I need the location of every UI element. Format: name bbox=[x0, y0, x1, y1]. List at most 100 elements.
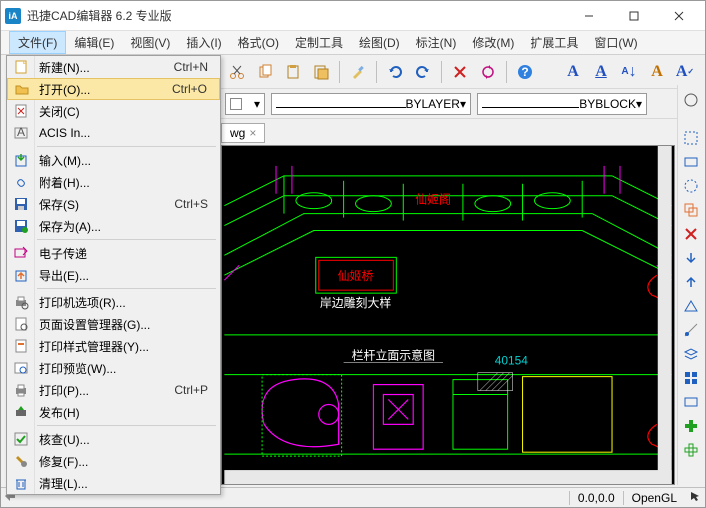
document-tab[interactable]: wg × bbox=[221, 123, 265, 143]
matchprop-button[interactable] bbox=[309, 60, 333, 84]
copy-button[interactable] bbox=[253, 60, 277, 84]
maximize-button[interactable] bbox=[611, 2, 656, 30]
lineweight-combo[interactable]: BYBLOCK▾ bbox=[477, 93, 647, 115]
file-menu-close[interactable]: 关闭(C) bbox=[7, 100, 220, 122]
tab-close-icon[interactable]: × bbox=[249, 126, 256, 140]
minimize-button[interactable] bbox=[566, 2, 611, 30]
text-style-a4[interactable]: A bbox=[645, 60, 669, 84]
file-menu-pagesetup[interactable]: 页面设置管理器(G)... bbox=[7, 313, 220, 335]
file-menu-purge[interactable]: 清理(L)... bbox=[7, 472, 220, 494]
file-menu-preview[interactable]: 打印预览(W)... bbox=[7, 357, 220, 379]
menu-draw[interactable]: 绘图(D) bbox=[351, 31, 408, 54]
menu-item-label: 关闭(C) bbox=[39, 103, 220, 120]
text-style-a1[interactable]: A bbox=[561, 60, 585, 84]
file-dropdown: 新建(N)...Ctrl+N打开(O)...Ctrl+O关闭(C)AACIS I… bbox=[6, 55, 221, 495]
attach-icon bbox=[13, 174, 29, 190]
plus-outline-icon[interactable] bbox=[680, 439, 702, 461]
new-icon bbox=[13, 59, 29, 75]
file-menu-import[interactable]: 输入(M)... bbox=[7, 149, 220, 171]
menu-item-label: 修复(F)... bbox=[39, 453, 220, 470]
file-menu-saveas[interactable]: 保存为(A)... bbox=[7, 215, 220, 237]
file-menu-export[interactable]: 导出(E)... bbox=[7, 264, 220, 286]
select-circle-icon[interactable] bbox=[680, 175, 702, 197]
publish-icon bbox=[13, 404, 29, 420]
erase-icon[interactable] bbox=[680, 223, 702, 245]
menu-format[interactable]: 格式(O) bbox=[230, 31, 287, 54]
menu-item-label: 打开(O)... bbox=[39, 81, 172, 98]
menu-item-label: 发布(H) bbox=[39, 404, 220, 421]
text-style-a5[interactable]: A✓ bbox=[673, 60, 697, 84]
arrow-up-icon[interactable] bbox=[680, 271, 702, 293]
file-menu-publish[interactable]: 发布(H) bbox=[7, 401, 220, 423]
paste-button[interactable] bbox=[281, 60, 305, 84]
tab-label: wg bbox=[230, 126, 245, 140]
svg-text:40154: 40154 bbox=[495, 354, 528, 368]
save-icon bbox=[13, 196, 29, 212]
menu-file[interactable]: 文件(F) bbox=[9, 31, 66, 54]
file-menu-open[interactable]: 打开(O)...Ctrl+O bbox=[7, 78, 220, 100]
svg-text:仙姬桥: 仙姬桥 bbox=[338, 269, 374, 283]
svg-text:岸边雕刻大样: 岸边雕刻大样 bbox=[320, 296, 392, 310]
file-menu-new[interactable]: 新建(N)...Ctrl+N bbox=[7, 56, 220, 78]
help-button[interactable]: ? bbox=[513, 60, 537, 84]
menu-item-label: 打印样式管理器(Y)... bbox=[39, 338, 220, 355]
undo-button[interactable] bbox=[383, 60, 407, 84]
brush-button[interactable] bbox=[346, 60, 370, 84]
file-menu-attach[interactable]: 附着(H)... bbox=[7, 171, 220, 193]
menu-item-label: 附着(H)... bbox=[39, 174, 220, 191]
file-menu-etransmit[interactable]: 电子传递 bbox=[7, 242, 220, 264]
menu-annotate[interactable]: 标注(N) bbox=[408, 31, 465, 54]
renderer-label: OpenGL bbox=[624, 491, 685, 505]
svg-text:?: ? bbox=[521, 65, 528, 79]
file-menu-save[interactable]: 保存(S)Ctrl+S bbox=[7, 193, 220, 215]
window-title: 迅捷CAD编辑器 6.2 专业版 bbox=[27, 7, 566, 24]
svg-text:栏杆立面示意图: 栏杆立面示意图 bbox=[352, 349, 435, 363]
purge-icon bbox=[13, 475, 29, 491]
cad-canvas[interactable]: 仙姬桥 仙姬阁 岸边雕刻大样 栏杆立面示意图 40154 bbox=[221, 145, 675, 485]
menu-insert[interactable]: 插入(I) bbox=[178, 31, 229, 54]
redo-button[interactable] bbox=[411, 60, 435, 84]
measure-icon[interactable] bbox=[680, 319, 702, 341]
file-menu-check[interactable]: 核查(U)... bbox=[7, 428, 220, 450]
menu-edit[interactable]: 编辑(E) bbox=[66, 31, 122, 54]
arrow-down-icon[interactable] bbox=[680, 247, 702, 269]
text-style-a3[interactable]: A↓ bbox=[617, 60, 641, 84]
file-menu-printopt[interactable]: 打印机选项(R)... bbox=[7, 291, 220, 313]
close-button[interactable] bbox=[656, 2, 701, 30]
offset-icon[interactable] bbox=[680, 199, 702, 221]
select-window-icon[interactable] bbox=[680, 127, 702, 149]
menu-item-label: 打印(P)... bbox=[39, 382, 174, 399]
menu-shortcut: Ctrl+S bbox=[174, 197, 220, 211]
text-style-a2[interactable]: A bbox=[589, 60, 613, 84]
menu-tools[interactable]: 定制工具 bbox=[287, 31, 351, 54]
plus-green-icon[interactable] bbox=[680, 415, 702, 437]
delete-button[interactable] bbox=[448, 60, 472, 84]
menu-shortcut: Ctrl+O bbox=[172, 82, 219, 96]
grid-icon[interactable] bbox=[680, 367, 702, 389]
menu-extend[interactable]: 扩展工具 bbox=[522, 31, 586, 54]
select-rect-icon[interactable] bbox=[680, 151, 702, 173]
file-menu-repair[interactable]: 修复(F)... bbox=[7, 450, 220, 472]
file-menu-acis[interactable]: AACIS In... bbox=[7, 122, 220, 144]
color-combo[interactable]: ▾ bbox=[225, 93, 265, 115]
cut-button[interactable] bbox=[225, 60, 249, 84]
export-icon bbox=[13, 267, 29, 283]
triangle-icon[interactable] bbox=[680, 295, 702, 317]
saveas-icon bbox=[13, 218, 29, 234]
plotstyle-icon bbox=[13, 338, 29, 354]
menu-item-label: 保存(S) bbox=[39, 196, 174, 213]
menu-window[interactable]: 窗口(W) bbox=[586, 31, 645, 54]
refresh-button[interactable] bbox=[476, 60, 500, 84]
file-menu-print[interactable]: 打印(P)...Ctrl+P bbox=[7, 379, 220, 401]
menu-item-label: 导出(E)... bbox=[39, 267, 220, 284]
file-menu-plotstyle[interactable]: 打印样式管理器(Y)... bbox=[7, 335, 220, 357]
menu-view[interactable]: 视图(V) bbox=[122, 31, 178, 54]
cursor-status-icon[interactable] bbox=[685, 490, 705, 505]
rectangle-icon[interactable] bbox=[680, 391, 702, 413]
open-icon bbox=[14, 81, 30, 97]
circle-tool-icon[interactable] bbox=[680, 89, 702, 111]
menu-modify[interactable]: 修改(M) bbox=[464, 31, 522, 54]
linetype-combo[interactable]: BYLAYER▾ bbox=[271, 93, 471, 115]
layers-icon[interactable] bbox=[680, 343, 702, 365]
document-tabs: wg × bbox=[221, 121, 265, 145]
